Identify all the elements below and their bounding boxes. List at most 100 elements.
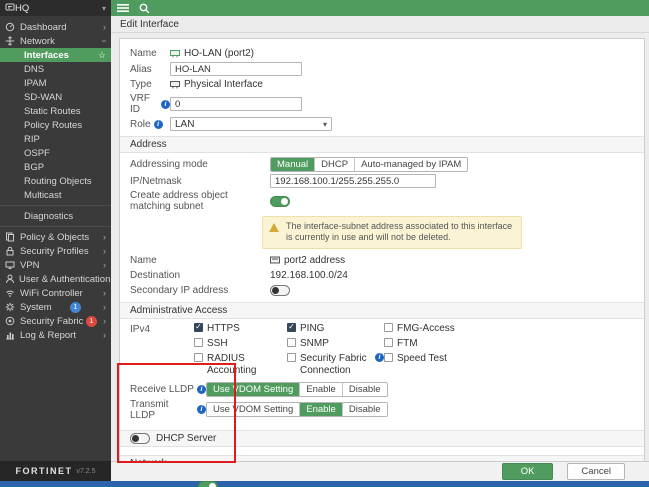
address-name-label: Name	[130, 254, 157, 266]
top-navbar	[111, 0, 649, 16]
cancel-button[interactable]: Cancel	[567, 463, 625, 480]
receive-lldp-segmented: Use VDOM Setting Enable Disable	[206, 381, 388, 397]
network-icon	[5, 36, 16, 46]
chevron-right-icon: ›	[103, 288, 106, 298]
warning-text: The interface-subnet address associated …	[286, 221, 513, 243]
form-scroll-area: Name HO-LAN (port2) Alias Type	[111, 33, 649, 487]
ok-button[interactable]: OK	[501, 463, 554, 480]
transmit-lldp-vdom[interactable]: Use VDOM Setting	[207, 403, 301, 416]
sidebar-item-policy-objects[interactable]: Policy & Objects ›	[0, 230, 111, 244]
alias-input[interactable]	[170, 62, 302, 76]
receive-lldp-enable[interactable]: Enable	[300, 382, 343, 396]
log-chart-icon	[5, 330, 16, 340]
address-name-value: port2 address	[284, 254, 346, 266]
checkbox-snmp[interactable]	[287, 337, 296, 347]
vrf-id-input[interactable]	[170, 97, 302, 111]
search-icon[interactable]	[139, 3, 150, 14]
info-icon: i	[161, 99, 170, 109]
sidebar-item-ospf[interactable]: OSPF	[0, 146, 111, 160]
sidebar-item-policy-routes[interactable]: Policy Routes	[0, 118, 111, 132]
user-icon	[5, 274, 15, 284]
transmit-lldp-disable[interactable]: Disable	[342, 403, 387, 416]
sidebar-item-sd-wan[interactable]: SD-WAN	[0, 90, 111, 104]
fortigate-app: HQ ▾ Dashboard › Network › Interfaces ☆ …	[0, 0, 649, 487]
info-icon: i	[375, 352, 384, 362]
physical-interface-icon	[170, 80, 180, 89]
dashboard-icon	[5, 22, 16, 32]
transmit-lldp-enable[interactable]: Enable	[300, 403, 343, 416]
form-footer: OK Cancel	[111, 461, 649, 481]
secondary-ip-toggle[interactable]	[270, 284, 290, 296]
sidebar-item-system[interactable]: System 1 ›	[0, 300, 111, 314]
chevron-down-icon: ›	[99, 39, 110, 43]
sidebar-item-routing-objects[interactable]: Routing Objects	[0, 174, 111, 188]
chevron-right-icon: ›	[103, 246, 106, 256]
sidebar-item-bgp[interactable]: BGP	[0, 160, 111, 174]
create-address-object-toggle[interactable]	[270, 195, 290, 207]
content-area: Edit Interface Name HO-LAN (port2) Alias…	[111, 0, 649, 487]
addressing-mode-segmented: Manual DHCP Auto-managed by IPAM	[270, 157, 469, 172]
checkbox-ping[interactable]: ✓	[287, 322, 296, 332]
sidebar-item-interfaces[interactable]: Interfaces ☆	[0, 48, 111, 62]
addressing-mode-dhcp[interactable]: DHCP	[315, 158, 356, 171]
type-label: Type	[130, 79, 152, 90]
page-title: Edit Interface	[120, 18, 179, 30]
sidebar-item-rip[interactable]: RIP	[0, 132, 111, 146]
addressing-mode-ipam[interactable]: Auto-managed by IPAM	[355, 158, 468, 171]
destination-label: Destination	[130, 269, 181, 281]
sidebar-item-dns[interactable]: DNS	[0, 62, 111, 76]
checkbox-radius-accounting[interactable]	[194, 352, 203, 362]
addressing-mode-manual[interactable]: Manual	[271, 158, 316, 171]
sidebar-item-dashboard[interactable]: Dashboard ›	[0, 20, 111, 34]
sidebar-menu: Dashboard › Network › Interfaces ☆ DNS I…	[0, 16, 111, 461]
favorite-star-icon[interactable]: ☆	[98, 50, 106, 61]
checkbox-https[interactable]: ✓	[194, 322, 203, 332]
lock-icon	[5, 246, 16, 256]
sidebar-item-multicast[interactable]: Multicast	[0, 188, 111, 202]
sidebar-item-network[interactable]: Network ›	[0, 34, 111, 48]
receive-lldp-disable[interactable]: Disable	[342, 382, 387, 396]
checkbox-speed-test[interactable]	[384, 352, 393, 362]
destination-value: 192.168.100.0/24	[270, 269, 348, 281]
sidebar-item-security-fabric[interactable]: Security Fabric 1 ›	[0, 314, 111, 328]
ipv4-label: IPv4	[130, 323, 151, 335]
checkbox-fmg-access[interactable]	[384, 322, 393, 332]
checkbox-security-fabric-connection[interactable]	[287, 352, 296, 362]
chevron-right-icon: ›	[103, 330, 106, 340]
checkbox-ftm[interactable]	[384, 337, 393, 347]
sidebar-item-ipam[interactable]: IPAM	[0, 76, 111, 90]
wifi-icon	[5, 288, 16, 298]
fortinet-logo: FORTINET	[15, 466, 73, 476]
device-icon	[5, 2, 15, 15]
warning-icon	[269, 223, 279, 232]
sidebar-item-security-profiles[interactable]: Security Profiles ›	[0, 244, 111, 258]
section-header-admin-access: Administrative Access	[120, 301, 644, 319]
sidebar-item-vpn[interactable]: VPN ›	[0, 258, 111, 272]
dhcp-server-label: DHCP Server	[156, 432, 217, 444]
bottom-status-bar	[0, 481, 649, 487]
dhcp-server-toggle[interactable]	[130, 432, 150, 444]
address-object-icon	[270, 256, 280, 264]
sidebar-item-log-report[interactable]: Log & Report ›	[0, 328, 111, 342]
transmit-lldp-segmented: Use VDOM Setting Enable Disable	[206, 402, 388, 417]
receive-lldp-vdom[interactable]: Use VDOM Setting	[207, 382, 301, 396]
vdom-selector[interactable]: HQ ▾	[0, 0, 111, 16]
info-icon: i	[197, 405, 206, 414]
receive-lldp-label: Receive LLDP	[130, 383, 194, 395]
firmware-version: v7.2.5	[76, 467, 96, 475]
role-select[interactable]: LAN ▾	[170, 117, 332, 131]
alias-label: Alias	[130, 63, 152, 75]
sidebar-item-static-routes[interactable]: Static Routes	[0, 104, 111, 118]
vrf-id-label: VRF ID	[130, 93, 150, 115]
vdom-label: HQ	[15, 2, 30, 14]
chevron-right-icon: ›	[103, 260, 106, 270]
device-detection-toggle[interactable]	[198, 481, 218, 487]
sidebar-item-diagnostics[interactable]: Diagnostics	[0, 209, 111, 223]
menu-icon[interactable]	[117, 3, 129, 13]
sidebar-item-user-authentication[interactable]: User & Authentication ›	[0, 272, 111, 286]
sidebar-item-wifi-controller[interactable]: WiFi Controller ›	[0, 286, 111, 300]
ip-netmask-input[interactable]	[270, 174, 436, 188]
sidebar-divider	[0, 226, 111, 227]
checkbox-ssh[interactable]	[194, 337, 203, 347]
interface-icon	[170, 49, 180, 58]
